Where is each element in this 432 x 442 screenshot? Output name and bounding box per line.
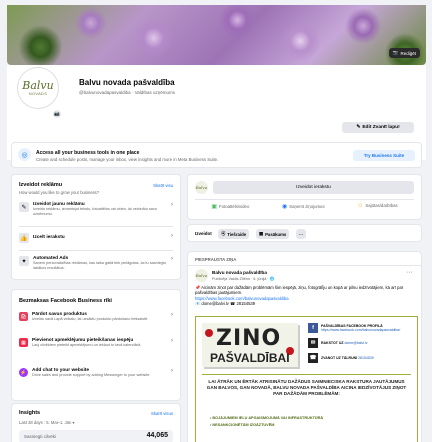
reach-metric[interactable]: Sasniegti cilvēki 44,065 [19,430,173,442]
chevron-right-icon: › [171,202,173,208]
date-range-selector[interactable]: Last 28 days : 5. Mai–1. Jūn ▾ [19,420,75,425]
list-item[interactable]: 🛍 Pārdot savus produktus Izveido savā La… [19,312,173,322]
email-icon: ✉ [308,338,318,348]
pencil-icon: ✎ [356,125,361,130]
camera-icon: 📷 [392,50,399,55]
cover-photo: 📷 Rediģēt [7,5,426,65]
automated-ads-icon: ✦ [19,256,29,266]
card-title: Insights [19,410,41,416]
photo-video-button[interactable]: ▣ Fotoattēls/video [211,203,249,210]
card-subtitle: How would you like to grow your business… [19,190,100,195]
shop-icon: 🛍 [19,312,28,321]
event-button[interactable]: ▦ Pasākums [256,229,290,239]
see-all-link[interactable]: Skatīt visu [153,183,173,188]
avatar: Balvu [195,269,208,282]
contact-list: f PAŠVALDĪBAS FACEBOOK PROFILĀ https://ww… [308,323,412,368]
more-icon: ··· [299,231,304,237]
business-suite-icon: ◎ [18,148,31,161]
divider [195,199,414,200]
image-headline: LAI ĀTRĀK UN ĒRTĀK ATRISINĀTU DAŽĀDUS SA… [206,379,407,396]
phone-icon: ☎ [308,353,318,363]
divider [19,226,173,227]
avatar: Balvu [195,181,208,194]
divider [188,265,421,266]
business-tools-card: Bezmaksas Facebook Business rīki 🛍 Pārdo… [11,289,181,401]
page-subtitle: @balvunovadapasvaldiba · Valdības uzņēmu… [79,90,176,95]
chevron-right-icon: › [171,256,173,262]
post-body: 📌 Aicinām ziņot par dažādām problēmām ši… [195,285,404,307]
decorative-dot [205,329,213,337]
calendar-icon: ▦ [19,338,28,347]
card-title: Bezmaksas Facebook Business rīki [19,298,112,304]
facebook-icon: f [308,323,318,333]
post-options-icon[interactable]: ··· [406,269,413,276]
contact-item: ☎ ZVANOT UZ TĀLRUNI 28154539 [308,353,374,363]
edit-cta-button[interactable]: ✎ Edit Zvanīt lapu! [342,122,414,133]
create-ad-card: Izveidot reklāmu Skatīt visu How would y… [11,174,181,280]
list-item: • NESANKCIONĒTĀM IZGĀZTUVĒM [210,423,275,427]
live-button[interactable]: ⦿ Tiešraide [218,229,250,239]
thumbs-up-icon: 👍 [19,233,29,243]
post-author[interactable]: Balvu novada pašvaldība [212,270,267,275]
messenger-icon: ◉ [282,204,288,210]
divider [202,374,411,375]
card-title: Izveidot reklāmu [19,182,63,188]
see-all-link[interactable]: Skatīt visus [151,411,173,416]
pinned-post: PIESPRAUSTA ZIŅA Balvu Balvu novada pašv… [187,251,422,442]
more-options-button[interactable]: ··· [296,229,307,239]
feeling-activity-button[interactable]: ☺ Sajūtas/darbības [357,203,397,210]
try-business-suite-button[interactable]: Try Business Suite [353,150,415,161]
edit-cover-button[interactable]: 📷 Rediģēt [388,48,420,58]
chevron-right-icon: › [171,338,173,344]
list-item: • BOJĀJUMIEM IELU APGAISMOJUMĀ VAI INFRA… [210,416,324,420]
page-title: Balvu novada pašvaldība [79,78,175,87]
zino-logo: ZINO PAŠVALDĪBAI [202,323,298,367]
banner-title: Access all your business tools in one pl… [36,150,140,156]
edit-icon: ✎ [19,202,29,212]
logo-text: Balvu [22,79,54,92]
list-item[interactable]: ✎ Izveidot jaunu reklāmu Izveido reklāmu… [19,202,173,216]
contact-item: f PAŠVALDĪBAS FACEBOOK PROFILĀ https://ww… [308,323,412,333]
calendar-icon: ▦ [259,231,264,236]
photo-icon: ▣ [211,204,217,210]
get-messages-button[interactable]: ◉ Saņemt ziņojumus [282,203,325,210]
contact-item: ✉ RAKSTOT UZ dome@balvi.lv [308,338,412,348]
composer-actions: ▣ Fotoattēls/video ◉ Saņemt ziņojumus ☺ Saj… [195,203,414,210]
logo-subtext: NOVADS [28,91,48,96]
divider [19,250,173,251]
insights-card: Insights Skatīt visus Last 28 days : 5. … [11,403,181,442]
page-avatar[interactable]: Balvu NOVADS [18,68,58,108]
pinned-label: PIESPRAUSTA ZIŅA [195,257,237,262]
create-label: Izveidot [195,231,212,236]
banner-desc: Create and schedule posts, manage your i… [36,157,219,162]
post-meta: Publicēja Valdis Zīlēns · 6. jūnijā · 🌐 [212,277,275,281]
smiley-icon: ☺ [357,203,364,209]
chevron-right-icon: › [171,312,173,318]
create-post-button[interactable]: Izveidot ierakstu [213,181,414,194]
create-options: Izveidot ⦿ Tiešraide ▦ Pasākums ··· [187,224,422,242]
post-composer: Balvu Izveidot ierakstu ▣ Fotoattēls/vide… [187,174,422,220]
messenger-icon: ⚡ [19,368,28,377]
live-icon: ⦿ [221,231,226,236]
list-item[interactable]: ✦ Automated Ads Saņem personalizētas rek… [19,256,173,270]
list-item[interactable]: ▦ Pievienot apmeklējumu pieteikšanas ies… [19,338,173,348]
post-image[interactable]: ZINO PAŠVALDĪBAI f PAŠVALDĪBAS FACEBOOK … [195,316,418,442]
camera-icon[interactable]: 📷 [53,110,61,118]
list-item[interactable]: 👍 Izcelt ierakstu › [19,233,173,243]
chevron-right-icon: › [171,233,173,239]
business-suite-banner: ◎ Access all your business tools in one … [11,142,422,168]
list-item[interactable]: ⚡ Add chat to your website Drive sales a… [19,368,173,378]
chevron-right-icon: › [171,368,173,374]
